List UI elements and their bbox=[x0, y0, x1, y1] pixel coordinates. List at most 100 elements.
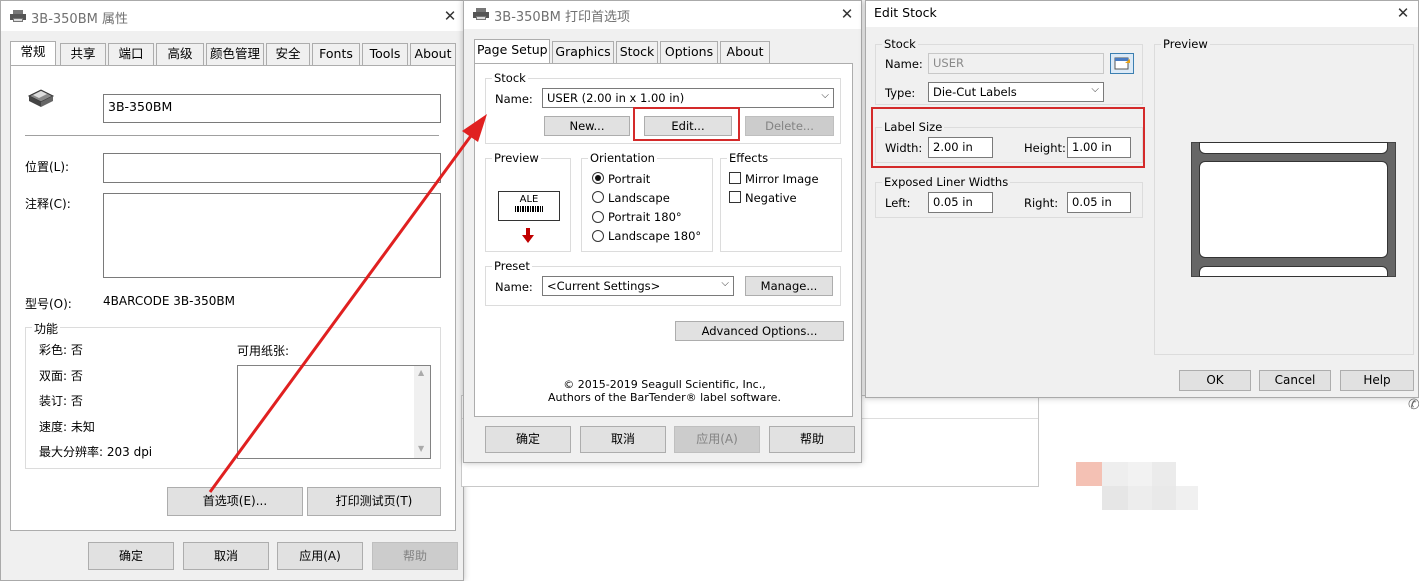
tab-ports[interactable]: 端口 bbox=[108, 43, 154, 65]
apply-button[interactable]: 应用(A) bbox=[277, 542, 363, 570]
negative-checkbox[interactable] bbox=[729, 191, 741, 203]
copyright-line-2: Authors of the BarTender® label software… bbox=[548, 391, 781, 404]
negative-label: Negative bbox=[745, 191, 797, 205]
title-bar: 3B-350BM 打印首选项 ✕ bbox=[464, 1, 861, 29]
comment-field[interactable] bbox=[103, 193, 441, 278]
edit-stock-window: Edit Stock ✕ Stock Name: USER Type: Die-… bbox=[865, 0, 1419, 398]
manage-preset-button[interactable]: Manage... bbox=[745, 276, 833, 296]
tab-about[interactable]: About bbox=[720, 41, 770, 63]
printer-picture-icon bbox=[25, 88, 55, 110]
delete-stock-button[interactable]: Delete... bbox=[745, 116, 834, 136]
preset-select[interactable]: <Current Settings> ⌵ bbox=[542, 276, 734, 296]
tab-stock[interactable]: Stock bbox=[616, 41, 658, 63]
printing-preferences-window: 3B-350BM 打印首选项 ✕ Page Setup Graphics Sto… bbox=[463, 0, 862, 463]
tab-graphics[interactable]: Graphics bbox=[552, 41, 614, 63]
window-title: Edit Stock bbox=[874, 5, 937, 20]
portrait-180-label: Portrait 180° bbox=[608, 210, 682, 224]
close-icon[interactable]: ✕ bbox=[439, 5, 461, 27]
right-label: Right: bbox=[1024, 196, 1059, 210]
left-liner-field[interactable]: 0.05 in bbox=[928, 192, 993, 213]
label-preview-liner bbox=[1191, 142, 1396, 277]
preferences-button[interactable]: 首选项(E)... bbox=[167, 487, 303, 516]
close-icon[interactable]: ✕ bbox=[836, 3, 858, 25]
paper-list[interactable]: ▲ ▼ bbox=[237, 365, 431, 459]
orientation-label: Orientation bbox=[588, 151, 657, 165]
new-stock-button[interactable]: New... bbox=[544, 116, 630, 136]
tab-strip: 常规 共享 端口 高级 颜色管理 安全 Fonts Tools About bbox=[10, 41, 456, 67]
scroll-up-icon[interactable]: ▲ bbox=[418, 368, 424, 377]
label-size-highlight bbox=[871, 107, 1145, 168]
portrait-label: Portrait bbox=[608, 172, 651, 186]
stock-name-field[interactable]: USER bbox=[928, 53, 1104, 74]
label-preview-top-partial bbox=[1199, 142, 1388, 154]
tab-security[interactable]: 安全 bbox=[266, 43, 310, 65]
mirror-image-label: Mirror Image bbox=[745, 172, 819, 186]
preview-label: Preview bbox=[492, 151, 541, 165]
preview-label-sample: ALE bbox=[498, 191, 560, 221]
help-button[interactable]: 帮助 bbox=[769, 426, 855, 453]
scrollbar[interactable]: ▲ ▼ bbox=[414, 366, 430, 458]
printer-name-field[interactable]: 3B-350BM bbox=[103, 94, 441, 123]
stock-name-value: USER (2.00 in x 1.00 in) bbox=[547, 91, 685, 105]
cancel-button[interactable]: Cancel bbox=[1259, 370, 1331, 391]
close-icon[interactable]: ✕ bbox=[1392, 2, 1414, 24]
stock-type-select[interactable]: Die-Cut Labels ⌵ bbox=[928, 82, 1104, 102]
type-label: Type: bbox=[885, 86, 916, 100]
window-title: 3B-350BM 属性 bbox=[31, 12, 128, 27]
landscape-180-radio[interactable] bbox=[592, 230, 604, 242]
apply-button[interactable]: 应用(A) bbox=[674, 426, 760, 453]
tab-tools[interactable]: Tools bbox=[362, 43, 408, 65]
comment-label: 注释(C): bbox=[25, 197, 71, 211]
effects-label: Effects bbox=[727, 151, 771, 165]
scroll-down-icon[interactable]: ▼ bbox=[418, 444, 424, 453]
stock-label: Stock bbox=[492, 71, 528, 85]
tab-page-setup[interactable]: Page Setup bbox=[474, 39, 550, 63]
tab-strip: Page Setup Graphics Stock Options About bbox=[474, 39, 854, 65]
landscape-label: Landscape bbox=[608, 191, 670, 205]
tab-fonts[interactable]: Fonts bbox=[312, 43, 360, 65]
stock-label: Stock bbox=[882, 37, 918, 51]
model-value: 4BARCODE 3B-350BM bbox=[103, 294, 235, 308]
ok-button[interactable]: OK bbox=[1179, 370, 1251, 391]
label-preview-bottom-partial bbox=[1199, 266, 1388, 277]
help-button[interactable]: Help bbox=[1340, 370, 1414, 391]
tab-about[interactable]: About bbox=[410, 43, 456, 65]
duplex-feature: 双面: 否 bbox=[39, 369, 83, 383]
name-label: Name: bbox=[885, 57, 923, 71]
features-label: 功能 bbox=[32, 320, 61, 337]
portrait-radio[interactable] bbox=[592, 172, 604, 184]
stock-browse-icon[interactable] bbox=[1110, 53, 1134, 74]
portrait-180-radio[interactable] bbox=[592, 211, 604, 223]
tab-options[interactable]: Options bbox=[660, 41, 718, 63]
preset-label: Preset bbox=[492, 259, 532, 273]
landscape-radio[interactable] bbox=[592, 191, 604, 203]
preset-name-label: Name: bbox=[495, 280, 533, 294]
mirror-image-checkbox[interactable] bbox=[729, 172, 741, 184]
speed-feature: 速度: 未知 bbox=[39, 420, 95, 434]
tab-sharing[interactable]: 共享 bbox=[60, 43, 106, 65]
printer-icon bbox=[10, 10, 26, 22]
stock-type-value: Die-Cut Labels bbox=[933, 85, 1017, 99]
cancel-button[interactable]: 取消 bbox=[183, 542, 269, 570]
tab-color-management[interactable]: 颜色管理 bbox=[206, 43, 264, 65]
edit-button-highlight bbox=[633, 107, 740, 141]
stock-name-select[interactable]: USER (2.00 in x 1.00 in) ⌵ bbox=[542, 88, 834, 108]
advanced-options-button[interactable]: Advanced Options... bbox=[675, 321, 844, 341]
location-label: 位置(L): bbox=[25, 160, 70, 174]
chevron-down-icon: ⌵ bbox=[821, 90, 829, 101]
print-test-page-button[interactable]: 打印测试页(T) bbox=[307, 487, 441, 516]
tab-advanced[interactable]: 高级 bbox=[156, 43, 204, 65]
right-liner-field[interactable]: 0.05 in bbox=[1067, 192, 1131, 213]
exposed-liner-label: Exposed Liner Widths bbox=[882, 175, 1011, 189]
name-label: Name: bbox=[495, 92, 533, 106]
preview-sample-text: ALE bbox=[519, 194, 539, 205]
color-feature: 彩色: 否 bbox=[39, 343, 83, 357]
ok-button[interactable]: 确定 bbox=[485, 426, 571, 453]
help-button[interactable]: 帮助 bbox=[372, 542, 458, 570]
model-label: 型号(O): bbox=[25, 297, 72, 311]
ok-button[interactable]: 确定 bbox=[88, 542, 174, 570]
location-field[interactable] bbox=[103, 153, 441, 183]
tab-general[interactable]: 常规 bbox=[10, 41, 56, 65]
cancel-button[interactable]: 取消 bbox=[580, 426, 666, 453]
chevron-down-icon: ⌵ bbox=[721, 278, 729, 289]
